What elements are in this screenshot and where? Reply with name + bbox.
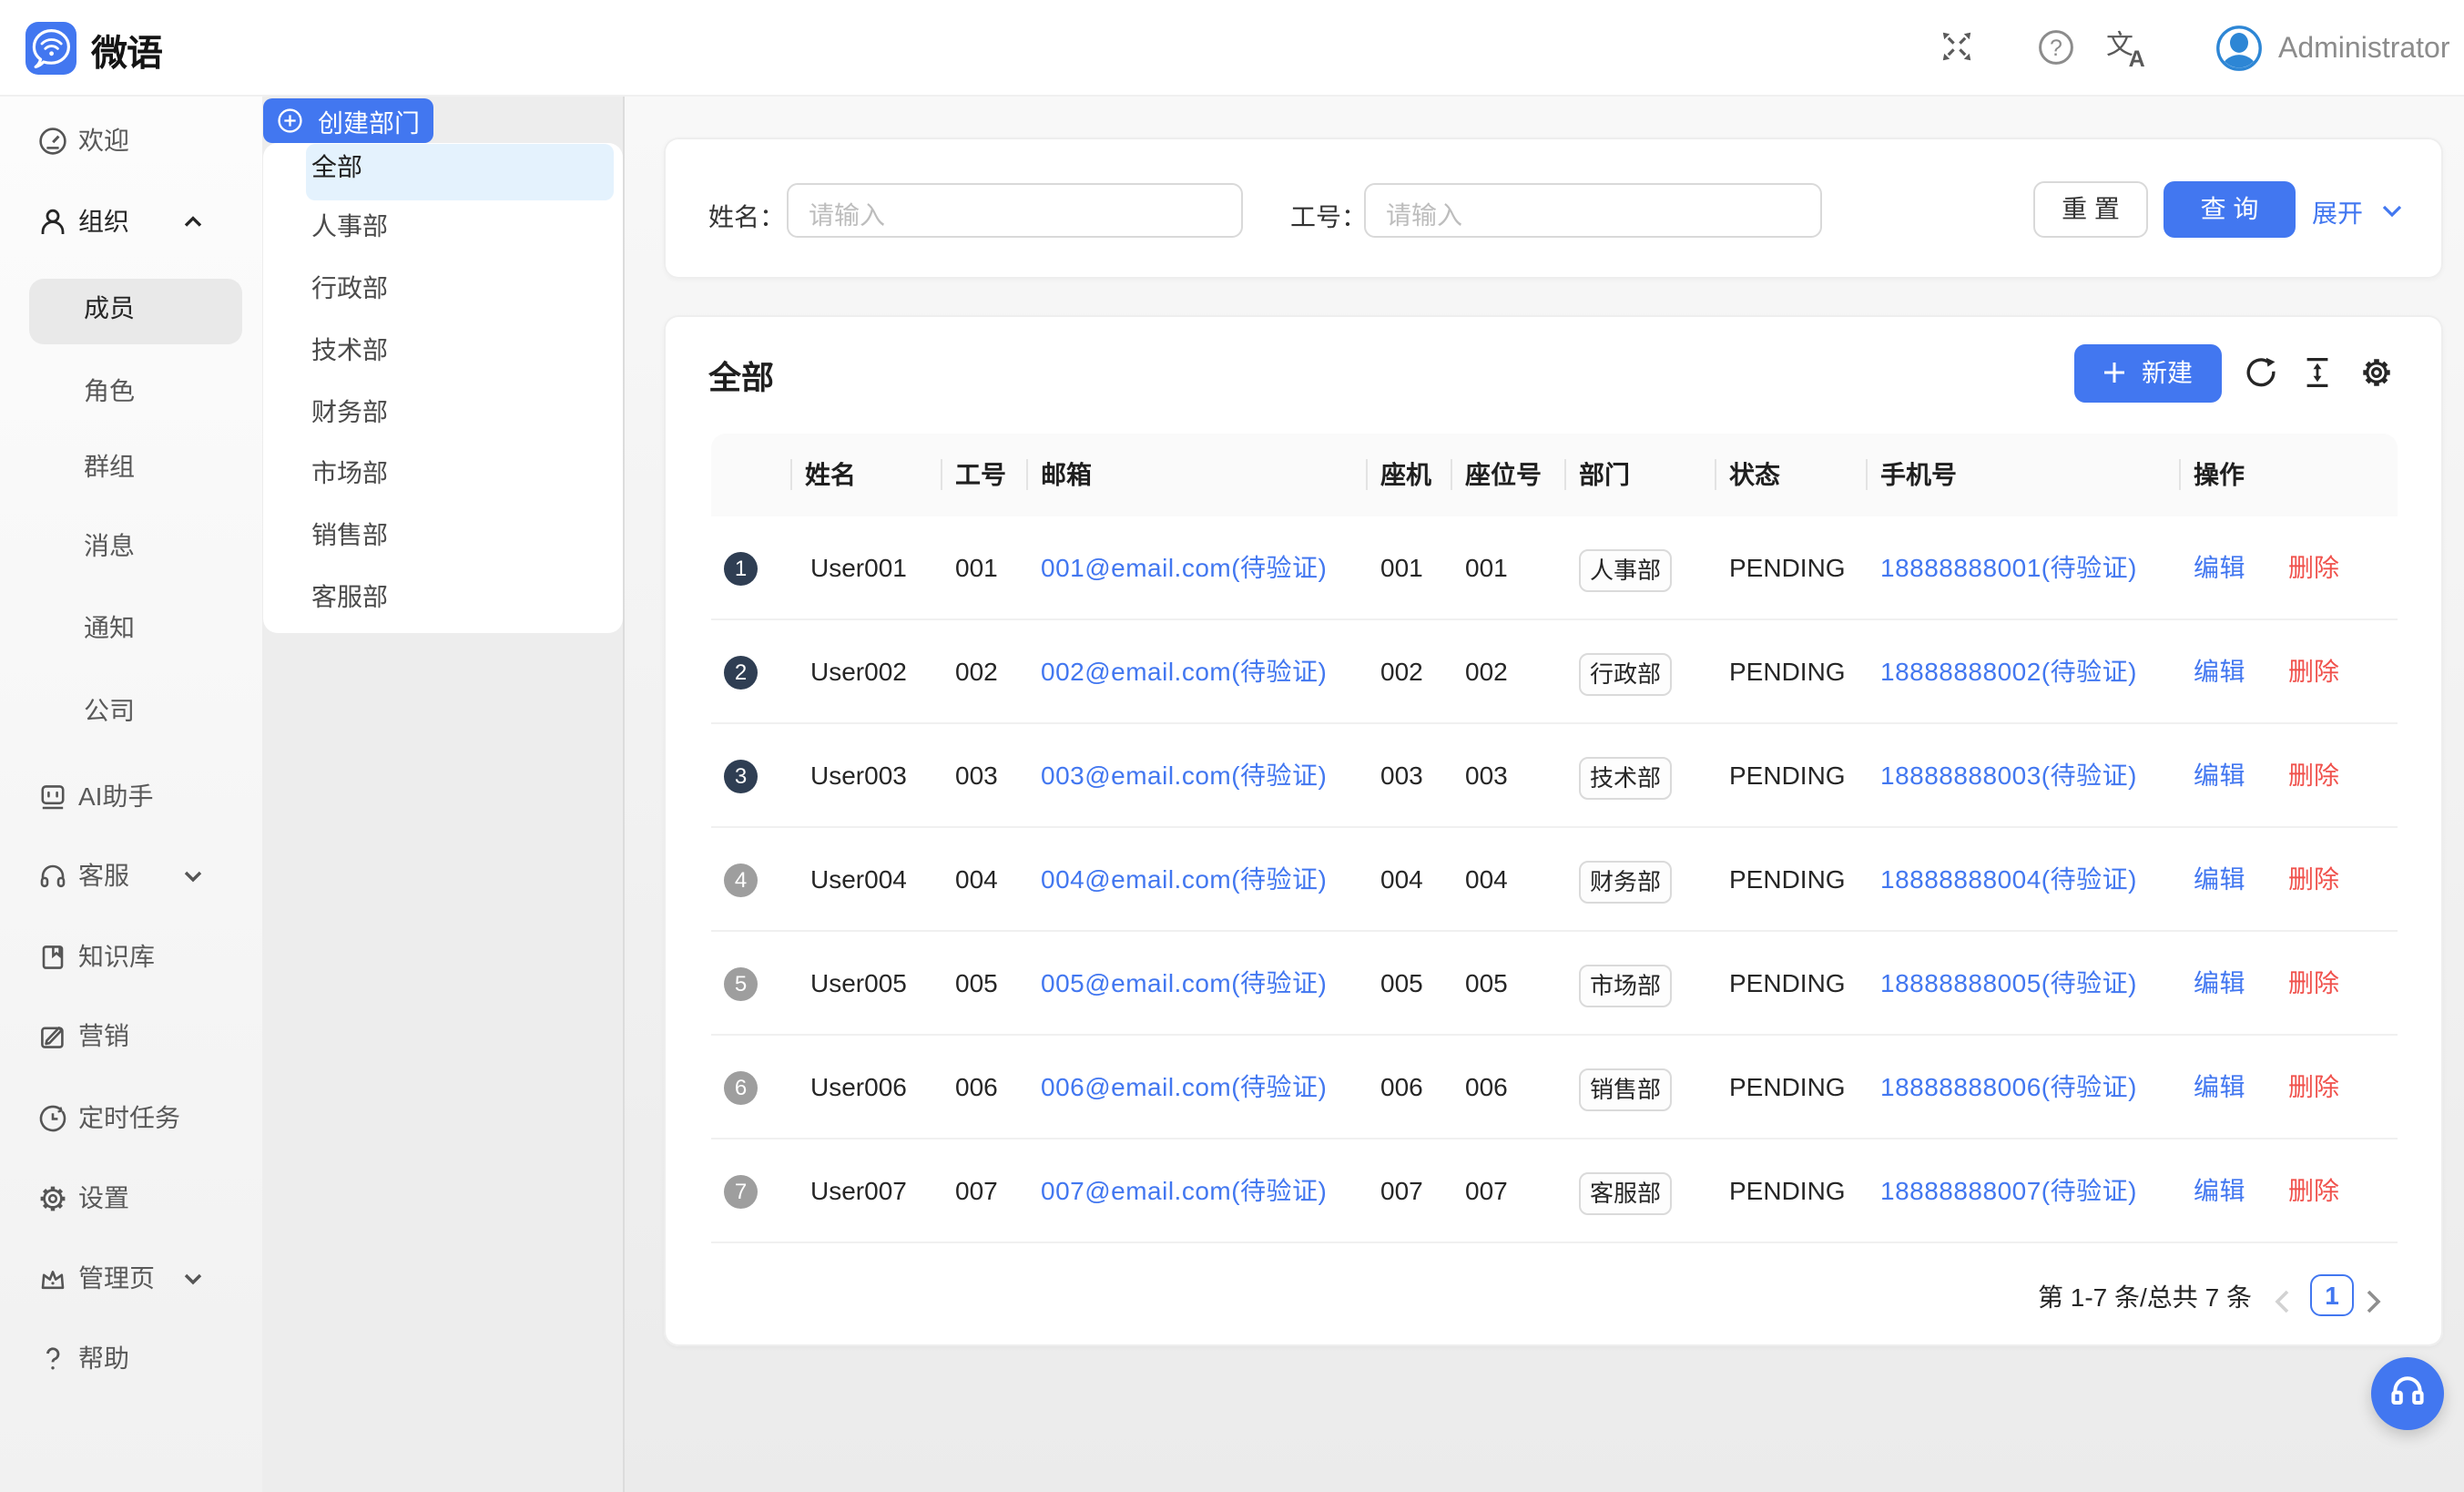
svg-text:A: A [2129, 46, 2145, 69]
svg-text:?: ? [2050, 36, 2062, 61]
